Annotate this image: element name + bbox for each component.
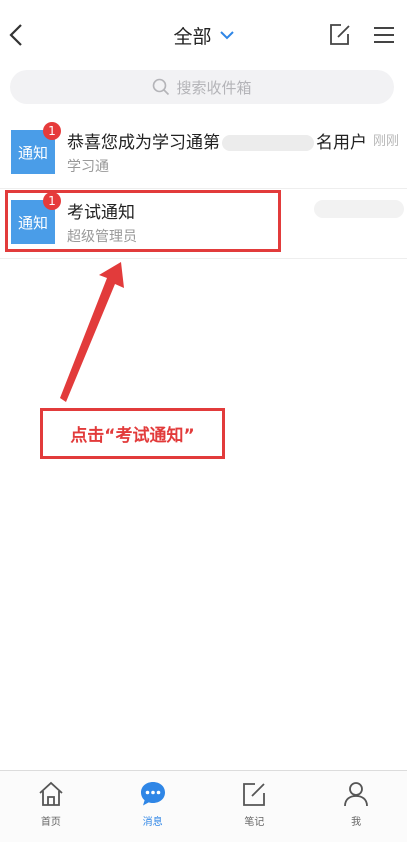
tab-label: 我 bbox=[351, 817, 362, 828]
menu-button[interactable] bbox=[372, 24, 396, 46]
tab-label: 笔记 bbox=[244, 817, 265, 828]
tab-label: 消息 bbox=[142, 817, 163, 828]
message-title-part: 名用户 bbox=[316, 133, 367, 153]
message-row[interactable]: 通知 1 恭喜您成为学习通第 名用户 学习通 刚刚 bbox=[0, 118, 407, 189]
annotation-callout: 点击“考试通知” bbox=[40, 408, 225, 459]
unread-badge: 1 bbox=[43, 122, 61, 140]
search-icon bbox=[153, 78, 170, 96]
chevron-down-icon bbox=[219, 30, 234, 40]
message-time: 刚刚 bbox=[372, 134, 399, 149]
chat-bubble-icon bbox=[138, 779, 168, 809]
person-icon bbox=[341, 779, 371, 809]
search-placeholder: 搜索收件箱 bbox=[176, 78, 252, 97]
hamburger-menu-icon bbox=[374, 27, 394, 43]
tab-home[interactable]: 首页 bbox=[0, 771, 102, 842]
redacted-blur bbox=[222, 135, 314, 151]
search-input[interactable]: 搜索收件箱 bbox=[10, 70, 394, 104]
bottom-tab-bar: 首页 消息 笔记 我 bbox=[0, 770, 407, 842]
compose-icon bbox=[330, 24, 350, 45]
tab-label: 首页 bbox=[40, 817, 61, 828]
avatar-label: 通知 bbox=[17, 143, 48, 162]
redacted-blur bbox=[314, 200, 404, 218]
message-title-part: 恭喜您成为学习通第 bbox=[67, 133, 220, 153]
annotation-highlight-box bbox=[5, 190, 281, 252]
tab-messages[interactable]: 消息 bbox=[102, 771, 204, 842]
home-icon bbox=[36, 779, 66, 809]
message-sender: 学习通 bbox=[67, 159, 109, 175]
compose-button[interactable] bbox=[327, 22, 353, 48]
tab-me[interactable]: 我 bbox=[305, 771, 407, 842]
note-edit-icon bbox=[239, 779, 269, 809]
header-bar: 全部 bbox=[0, 0, 407, 64]
tab-notes[interactable]: 笔记 bbox=[204, 771, 306, 842]
page-title: 全部 bbox=[173, 25, 212, 48]
message-title: 恭喜您成为学习通第 名用户 bbox=[67, 128, 367, 153]
